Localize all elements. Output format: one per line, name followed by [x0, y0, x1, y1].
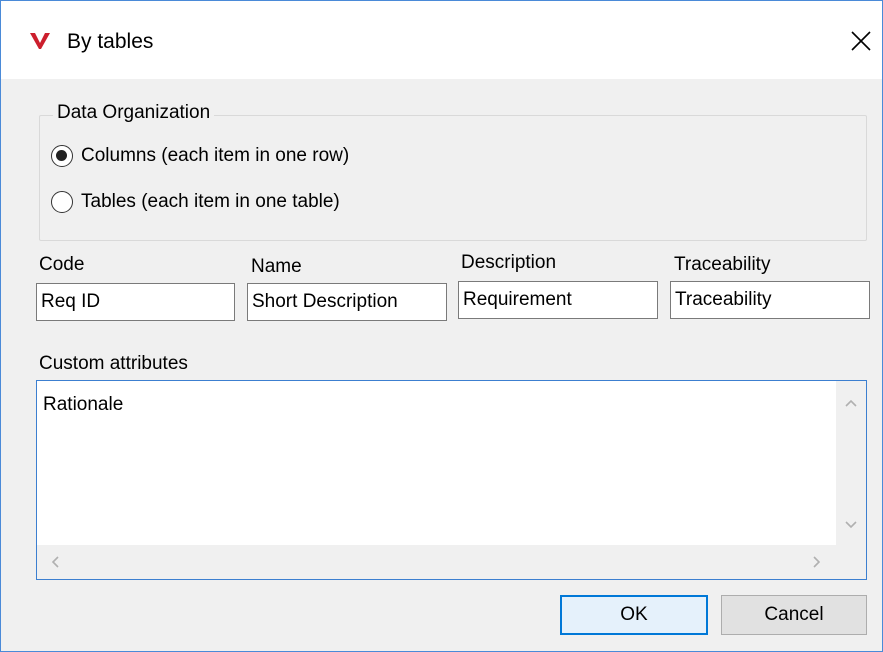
description-label: Description [461, 252, 557, 273]
horizontal-scrollbar[interactable] [37, 545, 836, 579]
scroll-up-icon[interactable] [844, 397, 858, 411]
code-input[interactable] [36, 283, 235, 321]
radio-columns[interactable] [51, 145, 73, 167]
description-input[interactable] [458, 281, 658, 319]
scroll-right-icon[interactable] [809, 555, 823, 569]
custom-attributes-label: Custom attributes [39, 353, 188, 374]
scroll-down-icon[interactable] [844, 517, 858, 531]
code-label: Code [39, 254, 85, 275]
traceability-label: Traceability [674, 254, 771, 275]
radio-columns-label: Columns (each item in one row) [81, 145, 350, 166]
vertical-scrollbar[interactable] [836, 381, 866, 545]
radio-tables[interactable] [51, 191, 73, 213]
custom-attributes-text: Rationale [43, 394, 124, 415]
close-icon [851, 31, 871, 51]
radio-columns-option[interactable]: Columns (each item in one row) [51, 144, 349, 168]
name-input[interactable] [247, 283, 447, 321]
dialog-window: By tables Data Organization Columns (eac… [0, 0, 883, 652]
title-bar: By tables [1, 1, 882, 79]
radio-tables-option[interactable]: Tables (each item in one table) [51, 190, 340, 214]
radio-tables-label: Tables (each item in one table) [81, 191, 340, 212]
scroll-corner [836, 545, 866, 579]
scroll-left-icon[interactable] [49, 555, 63, 569]
window-title: By tables [67, 30, 154, 53]
traceability-input[interactable] [670, 281, 870, 319]
cancel-button[interactable]: Cancel [721, 595, 867, 635]
close-button[interactable] [841, 21, 881, 61]
data-organization-legend: Data Organization [53, 101, 215, 125]
app-logo-icon [30, 33, 50, 49]
name-label: Name [251, 256, 302, 277]
custom-attributes-textarea[interactable]: Rationale [36, 380, 867, 580]
data-organization-group [39, 115, 867, 241]
ok-button[interactable]: OK [560, 595, 708, 635]
